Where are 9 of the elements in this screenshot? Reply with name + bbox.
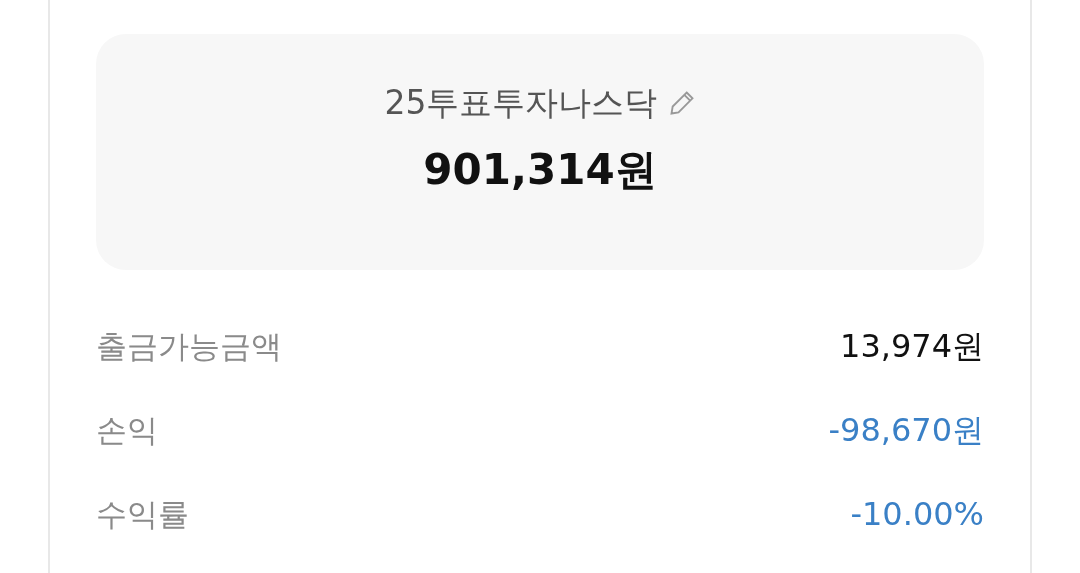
row-value: -10.00% [850, 494, 984, 535]
row-label: 출금가능금액 [96, 326, 282, 366]
row-value: 13,974원 [840, 326, 984, 367]
row-label: 손익 [96, 410, 158, 450]
account-total: 901,314원 [423, 149, 657, 191]
row-label: 수익률 [96, 494, 189, 534]
row-value: -98,670원 [828, 410, 984, 451]
account-name: 25투표투자나스닥 [384, 86, 658, 119]
pencil-icon[interactable] [667, 88, 696, 117]
